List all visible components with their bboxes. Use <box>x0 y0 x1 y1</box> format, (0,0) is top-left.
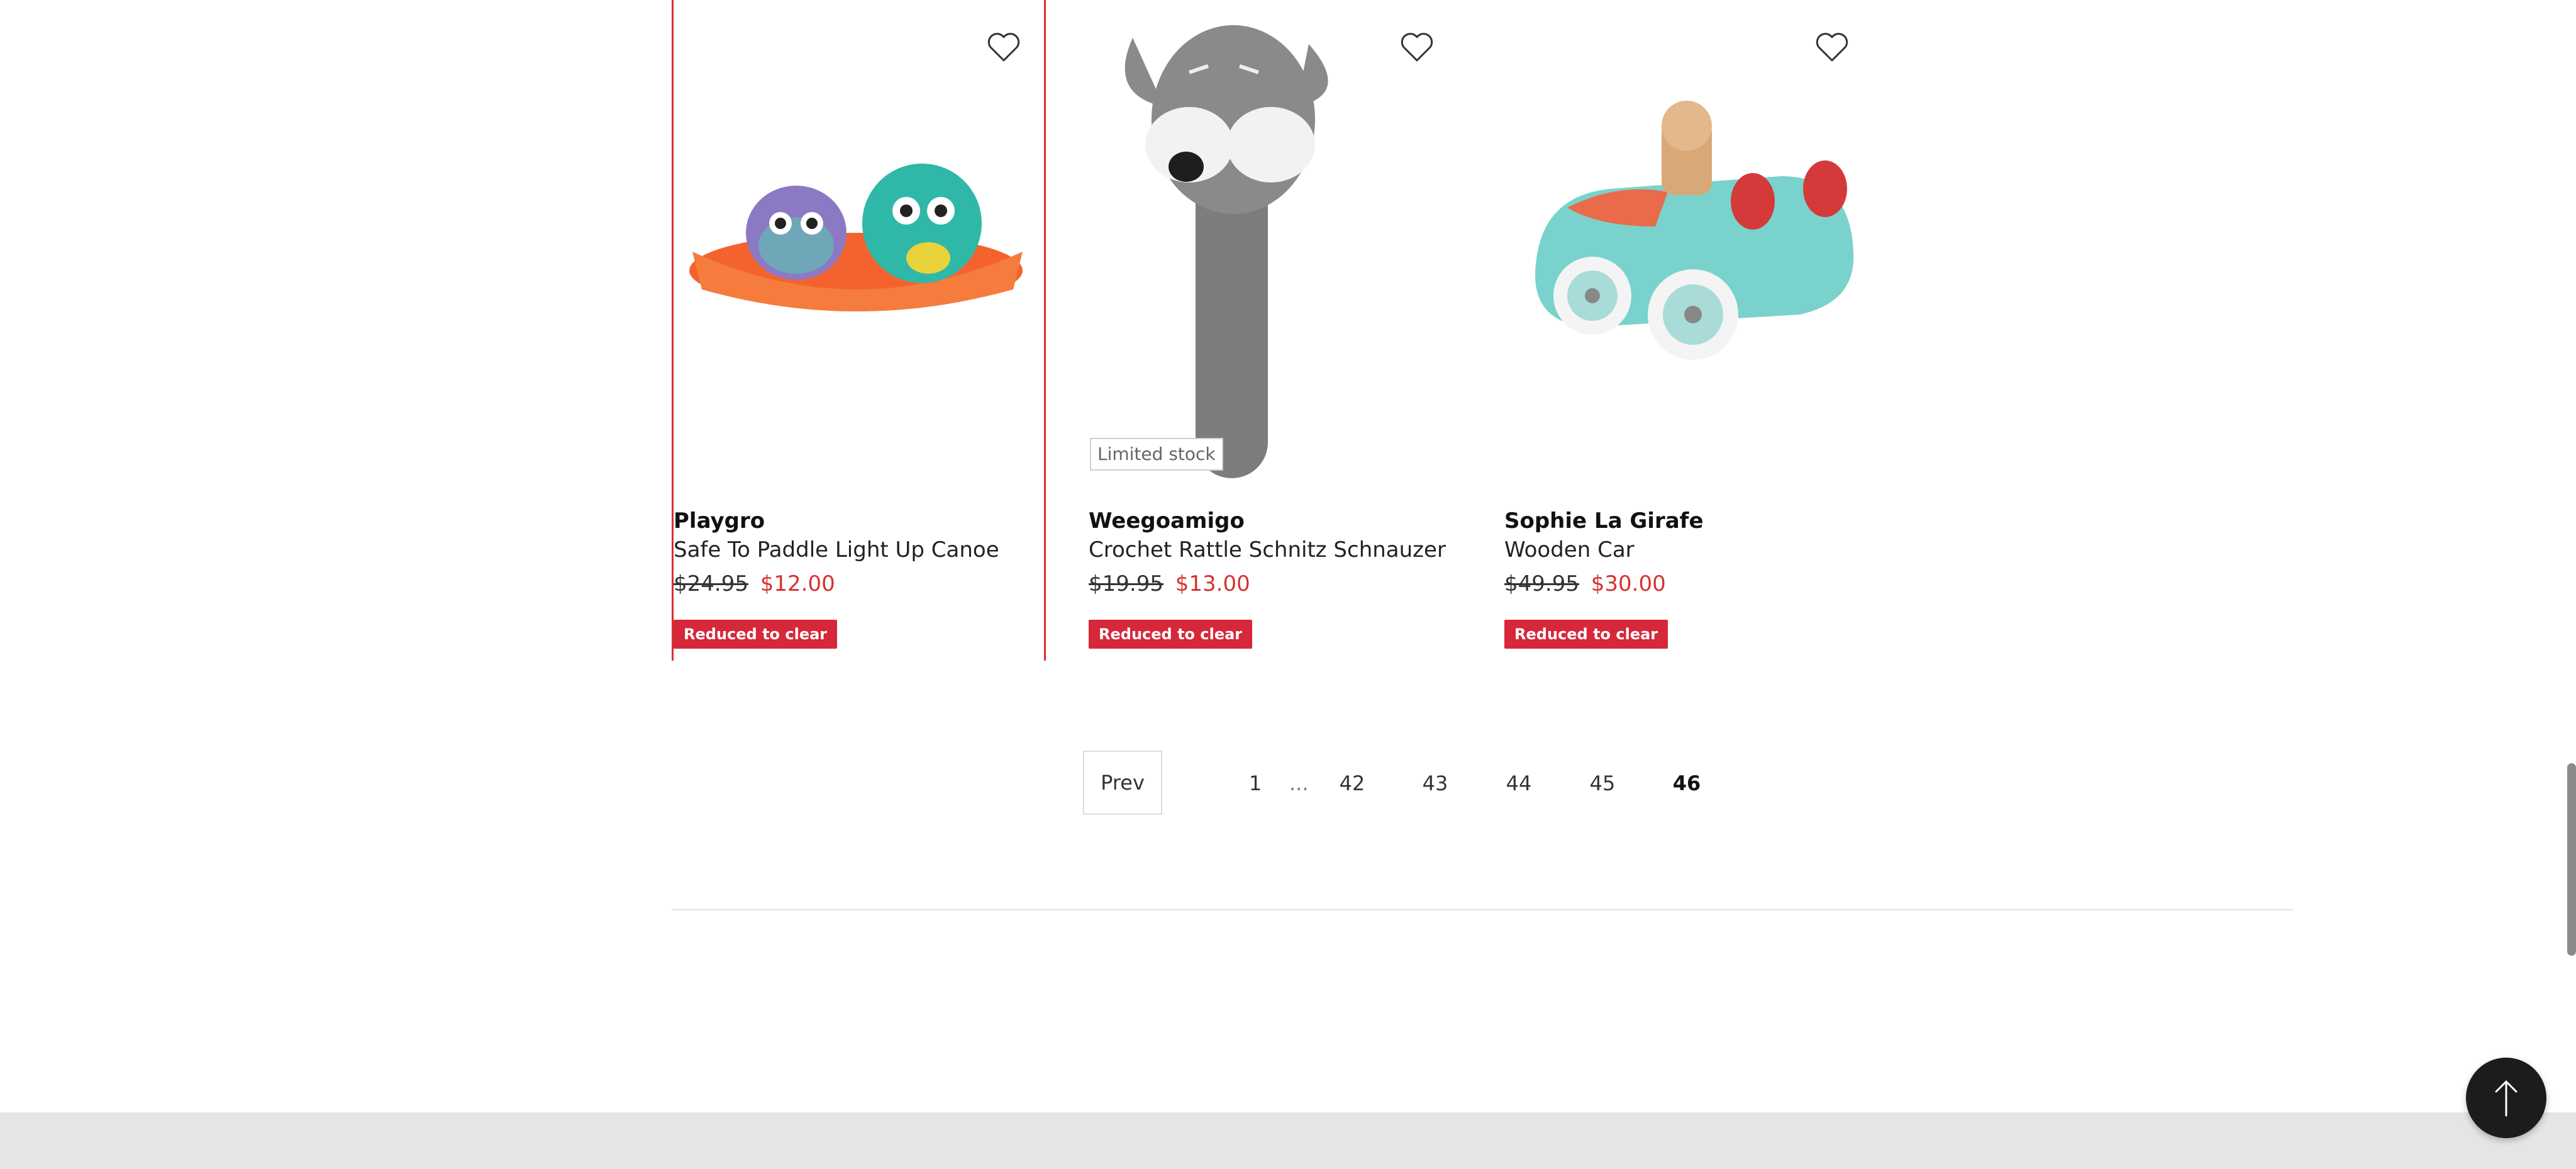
pagination-ellipsis: ... <box>1289 771 1309 795</box>
page-link-44[interactable]: 44 <box>1506 751 1532 816</box>
page-link-1[interactable]: 1 <box>1248 751 1263 816</box>
product-price: $49.95 $30.00 <box>1504 571 1666 596</box>
product-card-playgro[interactable]: Playgro Safe To Paddle Light Up Canoe $2… <box>672 0 1046 661</box>
page-link-46-current[interactable]: 46 <box>1673 751 1701 816</box>
product-price: $24.95 $12.00 <box>674 571 835 596</box>
limited-stock-badge: Limited stock <box>1090 438 1223 471</box>
product-brand[interactable]: Weegoamigo <box>1089 508 1245 534</box>
favorite-button[interactable] <box>982 25 1026 69</box>
sale-price: $13.00 <box>1175 571 1250 596</box>
original-price: $19.95 <box>1089 571 1163 596</box>
prev-page-button[interactable]: Prev <box>1083 751 1162 815</box>
scrollbar-thumb[interactable] <box>2567 763 2576 956</box>
heart-outline-icon <box>1401 33 1433 62</box>
product-card-sophie-la-girafe[interactable]: Sophie La Girafe Wooden Car $49.95 $30.0… <box>1504 0 1879 661</box>
product-name[interactable]: Crochet Rattle Schnitz Schnauzer <box>1089 537 1446 562</box>
pagination: Prev 1 ... 42 43 44 45 46 <box>0 751 2576 816</box>
page-link-42[interactable]: 42 <box>1340 751 1365 816</box>
heart-outline-icon <box>987 33 1020 62</box>
product-image-crochet-rattle[interactable]: Limited stock <box>1089 0 1463 484</box>
product-image-wooden-car[interactable] <box>1504 0 1879 484</box>
product-brand[interactable]: Sophie La Girafe <box>1504 508 1704 534</box>
product-image-canoe[interactable] <box>674 0 1048 484</box>
product-brand[interactable]: Playgro <box>674 508 765 534</box>
sale-price: $12.00 <box>760 571 835 596</box>
footer <box>0 1112 2576 1169</box>
reduced-to-clear-badge: Reduced to clear <box>674 620 838 649</box>
original-price: $49.95 <box>1504 571 1579 596</box>
sale-price: $30.00 <box>1591 571 1666 596</box>
page-link-45[interactable]: 45 <box>1590 751 1616 816</box>
favorite-button[interactable] <box>1395 25 1439 69</box>
back-to-top-button[interactable] <box>2466 1058 2546 1138</box>
page-link-43[interactable]: 43 <box>1423 751 1448 816</box>
reduced-to-clear-badge: Reduced to clear <box>1504 620 1668 649</box>
section-divider <box>672 909 2293 910</box>
heart-outline-icon <box>1816 33 1848 62</box>
product-card-weegoamigo[interactable]: Limited stock Weegoamigo Crochet Rattle … <box>1089 0 1463 661</box>
reduced-to-clear-badge: Reduced to clear <box>1089 620 1253 649</box>
original-price: $24.95 <box>674 571 748 596</box>
product-price: $19.95 $13.00 <box>1089 571 1250 596</box>
arrow-up-icon <box>2495 1080 2518 1117</box>
product-name[interactable]: Safe To Paddle Light Up Canoe <box>674 537 999 562</box>
product-name[interactable]: Wooden Car <box>1504 537 1635 562</box>
favorite-button[interactable] <box>1810 25 1854 69</box>
